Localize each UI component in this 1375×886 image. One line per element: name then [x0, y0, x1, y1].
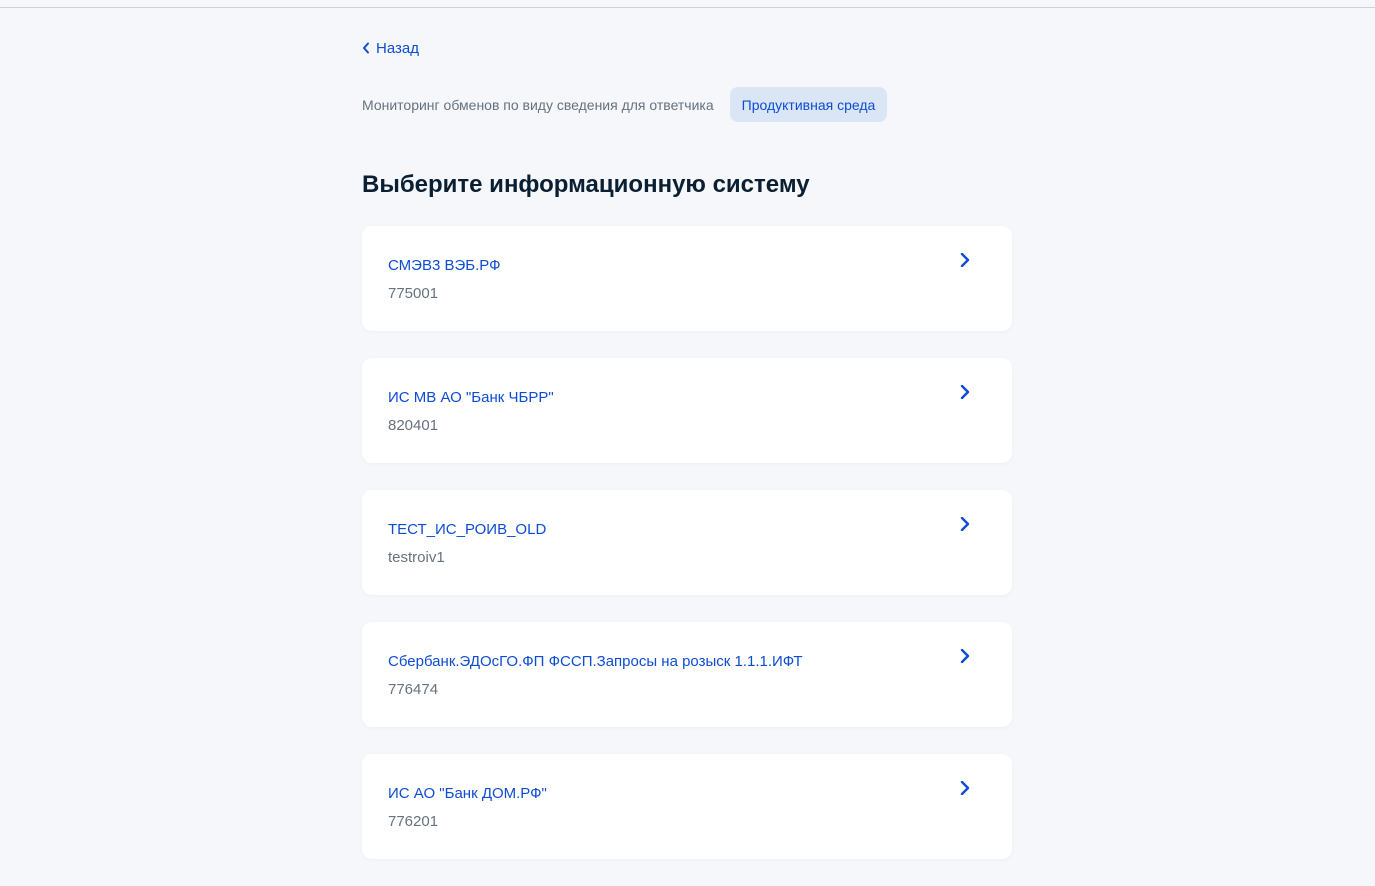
system-card[interactable]: СМЭВ3 ВЭБ.РФ 775001 — [362, 226, 1012, 331]
system-name: ИС МВ АО "Банк ЧБРР" — [388, 389, 554, 406]
system-name: ТЕСТ_ИС_РОИВ_OLD — [388, 521, 547, 538]
chevron-right-icon — [958, 385, 972, 399]
chevron-left-icon — [362, 42, 370, 54]
system-name: СМЭВ3 ВЭБ.РФ — [388, 257, 501, 274]
chevron-right-icon — [958, 649, 972, 663]
chevron-right-icon — [958, 517, 972, 531]
service-name: Мониторинг обменов по виду сведения для … — [362, 96, 714, 113]
system-name: ИС АО "Банк ДОМ.РФ" — [388, 785, 547, 802]
system-code: 820401 — [388, 417, 439, 434]
system-card[interactable]: ИС АО "Банк ДОМ.РФ" 776201 — [362, 754, 1012, 859]
system-card[interactable]: ИС МВ АО "Банк ЧБРР" 820401 — [362, 358, 1012, 463]
system-card[interactable]: ТЕСТ_ИС_РОИВ_OLD testroiv1 — [362, 490, 1012, 595]
chevron-right-icon — [958, 253, 972, 267]
back-link[interactable]: Назад — [362, 38, 419, 58]
page-title: Выберите информационную систему — [362, 171, 810, 198]
system-code: 776201 — [388, 813, 439, 830]
system-code: testroiv1 — [388, 549, 445, 566]
system-card[interactable]: Сбербанк.ЭДОсГО.ФП ФССП.Запросы на розыс… — [362, 622, 1012, 727]
chevron-right-icon — [958, 781, 972, 795]
environment-badge: Продуктивная среда — [729, 87, 888, 122]
system-code: 776474 — [388, 681, 439, 698]
back-link-label: Назад — [376, 39, 419, 57]
top-divider — [0, 7, 1375, 8]
system-code: 775001 — [388, 285, 439, 302]
system-list: СМЭВ3 ВЭБ.РФ 775001 ИС МВ АО "Банк ЧБРР"… — [362, 226, 1012, 886]
service-header: Мониторинг обменов по виду сведения для … — [362, 87, 888, 122]
system-name: Сбербанк.ЭДОсГО.ФП ФССП.Запросы на розыс… — [388, 653, 803, 670]
